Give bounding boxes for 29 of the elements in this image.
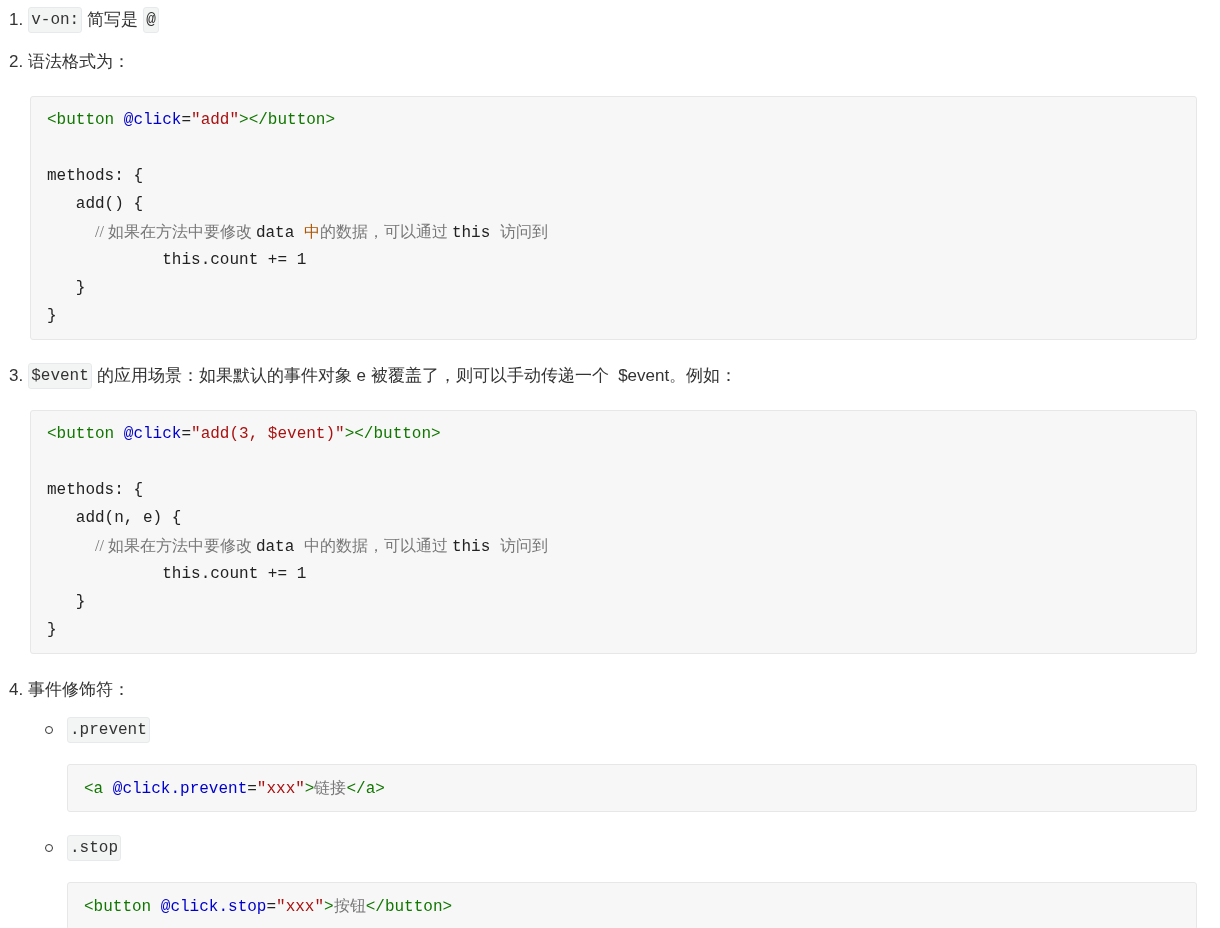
code-line: <button @click="add"></button> [47, 110, 336, 131]
list-number: 4. [9, 679, 24, 702]
code-line: this.count += 1 [161, 250, 307, 271]
code-line: add(n, e) { [74, 508, 182, 529]
code-line: add() { [74, 194, 143, 215]
code-line: } [74, 592, 86, 613]
inline-code: v-on: [28, 7, 83, 33]
code-line: methods: { [47, 480, 143, 501]
code-line: // 如果在方法中要修改 data 中的数据，可以通过 this 访问到 [94, 536, 548, 558]
code-line: methods: { [47, 166, 143, 187]
list-number: 3. [9, 365, 24, 388]
code-line: <a @click.prevent="xxx">链接</a> [84, 778, 385, 800]
inline-code: $event [28, 363, 92, 389]
list-number: 1. [9, 9, 24, 32]
code-line: } [47, 620, 57, 641]
code-line: // 如果在方法中要修改 data 中的数据，可以通过 this 访问到 [94, 222, 548, 244]
inline-code: .stop [67, 835, 121, 861]
code-line: } [47, 306, 57, 327]
code-line: <button @click="add(3, $event)"></button> [47, 424, 441, 445]
item-text: 事件修饰符： [28, 679, 131, 702]
item-text: 简写是 [87, 9, 139, 32]
item-text: 的应用场景：如果默认的事件对象 e 被覆盖了，则可以手动传递一个 $event。例如： [96, 365, 738, 388]
code-line: } [74, 278, 86, 299]
inline-code: .prevent [67, 717, 150, 743]
code-line: <button @click.stop="xxx">按钮</button> [84, 896, 453, 918]
item-text: 语法格式为： [28, 51, 131, 74]
code-line: this.count += 1 [161, 564, 307, 585]
list-number: 2. [9, 51, 24, 74]
inline-code: @ [143, 7, 159, 33]
